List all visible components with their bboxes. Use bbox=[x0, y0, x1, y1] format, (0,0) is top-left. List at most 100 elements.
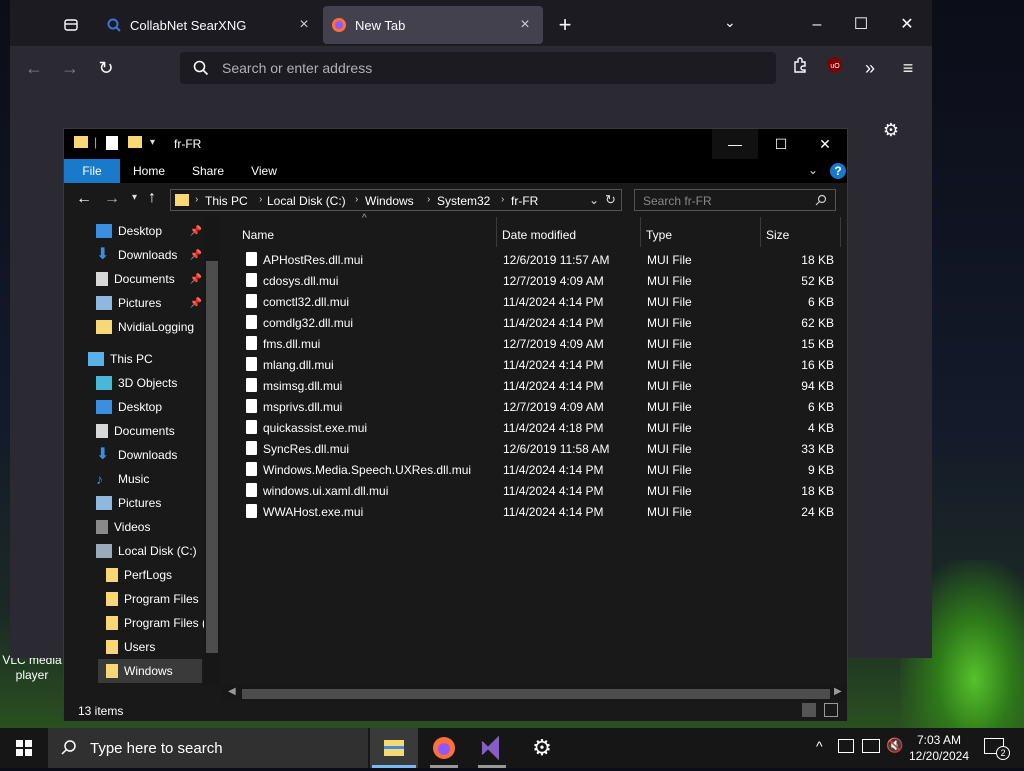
back-icon[interactable]: ← bbox=[76, 190, 92, 208]
minimize-button[interactable]: – bbox=[802, 10, 832, 40]
forward-icon[interactable]: → bbox=[58, 56, 82, 80]
overflow-menu-icon[interactable]: » bbox=[858, 56, 882, 80]
recent-locations-icon[interactable]: ▾ bbox=[132, 192, 137, 203]
close-tab-icon[interactable]: × bbox=[515, 16, 535, 34]
file-row[interactable]: comdlg32.dll.mui 11/4/2024 4:14 PM MUI Fil… bbox=[236, 312, 842, 333]
up-icon[interactable]: ↑ bbox=[148, 189, 156, 207]
firefox-view-button[interactable] bbox=[54, 6, 88, 44]
file-row[interactable]: windows.ui.xaml.dll.mui 11/4/2024 4:14 PM… bbox=[236, 480, 842, 501]
nav-item-local-disk[interactable]: Local Disk (C:) bbox=[96, 539, 197, 563]
search-field[interactable]: Search fr-FR bbox=[634, 189, 836, 211]
breadcrumb-system32[interactable]: System32 bbox=[437, 194, 490, 208]
tab-home[interactable]: Home bbox=[126, 159, 172, 183]
column-size[interactable]: Size bbox=[766, 223, 789, 247]
nav-item-documents[interactable]: Documents bbox=[96, 419, 175, 443]
volume-muted-icon[interactable]: 🔇 bbox=[886, 737, 903, 754]
new-tab-button[interactable]: + bbox=[554, 14, 576, 36]
close-window-button[interactable]: ✕ bbox=[892, 10, 922, 40]
nav-item-desktop-pinned[interactable]: Desktop 📌 bbox=[96, 219, 202, 243]
clock[interactable]: 7:03 AM 12/20/2024 bbox=[906, 732, 972, 764]
new-folder-icon[interactable] bbox=[128, 136, 142, 148]
file-row[interactable]: WWAHost.exe.mui 11/4/2024 4:14 PM MUI File… bbox=[236, 501, 842, 522]
tab-view[interactable]: View bbox=[242, 159, 286, 183]
network-icon[interactable] bbox=[862, 739, 880, 753]
url-bar[interactable]: Search or enter address bbox=[180, 52, 776, 84]
nav-item-program-files-x86[interactable]: Program Files ( bbox=[106, 611, 206, 635]
file-row[interactable]: comctl32.dll.mui 11/4/2024 4:14 PM MUI Fil… bbox=[236, 291, 842, 312]
breadcrumb-windows[interactable]: Windows bbox=[365, 194, 414, 208]
nav-item-documents-pinned[interactable]: Documents 📌 bbox=[96, 267, 202, 291]
details-view-icon[interactable] bbox=[802, 703, 816, 717]
help-icon[interactable]: ? bbox=[830, 163, 846, 179]
nav-item-pictures[interactable]: Pictures bbox=[96, 491, 161, 515]
start-button[interactable] bbox=[0, 728, 48, 768]
tab-file[interactable]: File bbox=[64, 159, 120, 183]
nav-item-videos[interactable]: Videos bbox=[96, 515, 150, 539]
tab-share[interactable]: Share bbox=[184, 159, 232, 183]
file-date: 11/4/2024 4:14 PM bbox=[503, 463, 604, 477]
nav-item-windows[interactable]: Windows bbox=[98, 659, 202, 683]
file-row[interactable]: mlang.dll.mui 11/4/2024 4:14 PM MUI File 16… bbox=[236, 354, 842, 375]
customize-gear-icon[interactable]: ⚙ bbox=[880, 120, 902, 142]
breadcrumb-local-disk[interactable]: Local Disk (C:) bbox=[267, 194, 346, 208]
scroll-right-icon[interactable]: ▶ bbox=[834, 686, 842, 697]
quick-access-toolbar-dropdown-icon[interactable]: ▾ bbox=[150, 137, 155, 148]
file-row[interactable]: APHostRes.dll.mui 12/6/2019 11:57 AM MUI F… bbox=[236, 249, 842, 270]
column-type[interactable]: Type bbox=[646, 223, 672, 247]
tab-new-tab[interactable]: New Tab × bbox=[323, 6, 543, 44]
close-button[interactable]: ✕ bbox=[802, 129, 848, 159]
show-hidden-icons-icon[interactable]: ^ bbox=[816, 738, 823, 754]
security-alert-icon[interactable] bbox=[838, 739, 854, 753]
app-menu-icon[interactable]: ≡ bbox=[896, 56, 920, 80]
breadcrumb-this-pc[interactable]: This PC bbox=[205, 194, 248, 208]
column-name[interactable]: Name bbox=[242, 223, 274, 247]
column-date-modified[interactable]: Date modified bbox=[502, 223, 576, 247]
taskbar-file-explorer[interactable] bbox=[370, 728, 418, 768]
expand-ribbon-icon[interactable]: ⌄ bbox=[808, 163, 818, 177]
file-row[interactable]: SyncRes.dll.mui 12/6/2019 11:58 AM MUI Fil… bbox=[236, 438, 842, 459]
nav-item-pictures-pinned[interactable]: Pictures 📌 bbox=[96, 291, 202, 315]
nav-item-nvidialogging[interactable]: NvidiaLogging bbox=[96, 315, 194, 339]
file-row[interactable]: fms.dll.mui 12/7/2019 4:09 AM MUI File 15 K… bbox=[236, 333, 842, 354]
nav-item-music[interactable]: ♪ Music bbox=[96, 467, 149, 491]
file-explorer-window: | ▾ fr-FR — ☐ ✕ File Home Share View ⌄ ?… bbox=[63, 128, 848, 721]
taskbar-settings[interactable]: ⚙ bbox=[518, 728, 566, 768]
properties-icon[interactable] bbox=[106, 136, 118, 150]
forward-icon[interactable]: → bbox=[104, 190, 120, 208]
file-row[interactable]: Windows.Media.Speech.UXRes.dll.mui 11/4/2… bbox=[236, 459, 842, 480]
list-all-tabs-icon[interactable]: ⌄ bbox=[724, 14, 736, 31]
file-icon bbox=[246, 273, 257, 287]
extensions-icon[interactable] bbox=[788, 56, 812, 80]
back-icon[interactable]: ← bbox=[22, 56, 46, 80]
nav-item-downloads-pinned[interactable]: ⬇ Downloads 📌 bbox=[96, 243, 202, 267]
refresh-icon[interactable]: ↻ bbox=[605, 192, 616, 208]
ublock-origin-icon[interactable]: uO bbox=[823, 56, 847, 80]
nav-item-downloads[interactable]: ⬇ Downloads bbox=[96, 443, 177, 467]
tab-searxng[interactable]: CollabNet SearXNG × bbox=[98, 6, 322, 44]
address-bar[interactable]: › This PC › Local Disk (C:) › Windows › … bbox=[170, 189, 622, 211]
maximize-button[interactable]: ☐ bbox=[846, 10, 876, 40]
taskbar-visual-studio[interactable] bbox=[468, 728, 516, 768]
file-row[interactable]: quickassist.exe.mui 11/4/2024 4:18 PM MUI … bbox=[236, 417, 842, 438]
reload-icon[interactable]: ↻ bbox=[94, 56, 118, 80]
taskbar-search-box[interactable]: Type here to search bbox=[48, 728, 368, 768]
nav-item-program-files[interactable]: Program Files bbox=[106, 587, 199, 611]
nav-item-users[interactable]: Users bbox=[106, 635, 155, 659]
nav-item-this-pc[interactable]: This PC bbox=[88, 347, 153, 371]
file-row[interactable]: msimsg.dll.mui 11/4/2024 4:14 PM MUI File 9… bbox=[236, 375, 842, 396]
close-tab-icon[interactable]: × bbox=[294, 16, 314, 34]
taskbar-firefox[interactable] bbox=[420, 728, 468, 768]
nav-pane-scroll-thumb[interactable] bbox=[206, 261, 218, 653]
breadcrumb-fr-fr[interactable]: fr-FR bbox=[511, 194, 538, 208]
minimize-button[interactable]: — bbox=[712, 129, 758, 159]
file-row[interactable]: msprivs.dll.mui 12/7/2019 4:09 AM MUI File… bbox=[236, 396, 842, 417]
nav-item-desktop[interactable]: Desktop bbox=[96, 395, 162, 419]
horizontal-scroll-thumb[interactable] bbox=[242, 689, 830, 699]
file-row[interactable]: cdosys.dll.mui 12/7/2019 4:09 AM MUI File 5… bbox=[236, 270, 842, 291]
maximize-button[interactable]: ☐ bbox=[758, 129, 804, 159]
address-dropdown-icon[interactable]: ⌄ bbox=[589, 193, 599, 207]
large-icons-view-icon[interactable] bbox=[824, 703, 838, 717]
nav-item-perflogs[interactable]: PerfLogs bbox=[106, 563, 172, 587]
nav-item-3d-objects[interactable]: 3D Objects bbox=[96, 371, 177, 395]
scroll-left-icon[interactable]: ◀ bbox=[228, 686, 236, 697]
